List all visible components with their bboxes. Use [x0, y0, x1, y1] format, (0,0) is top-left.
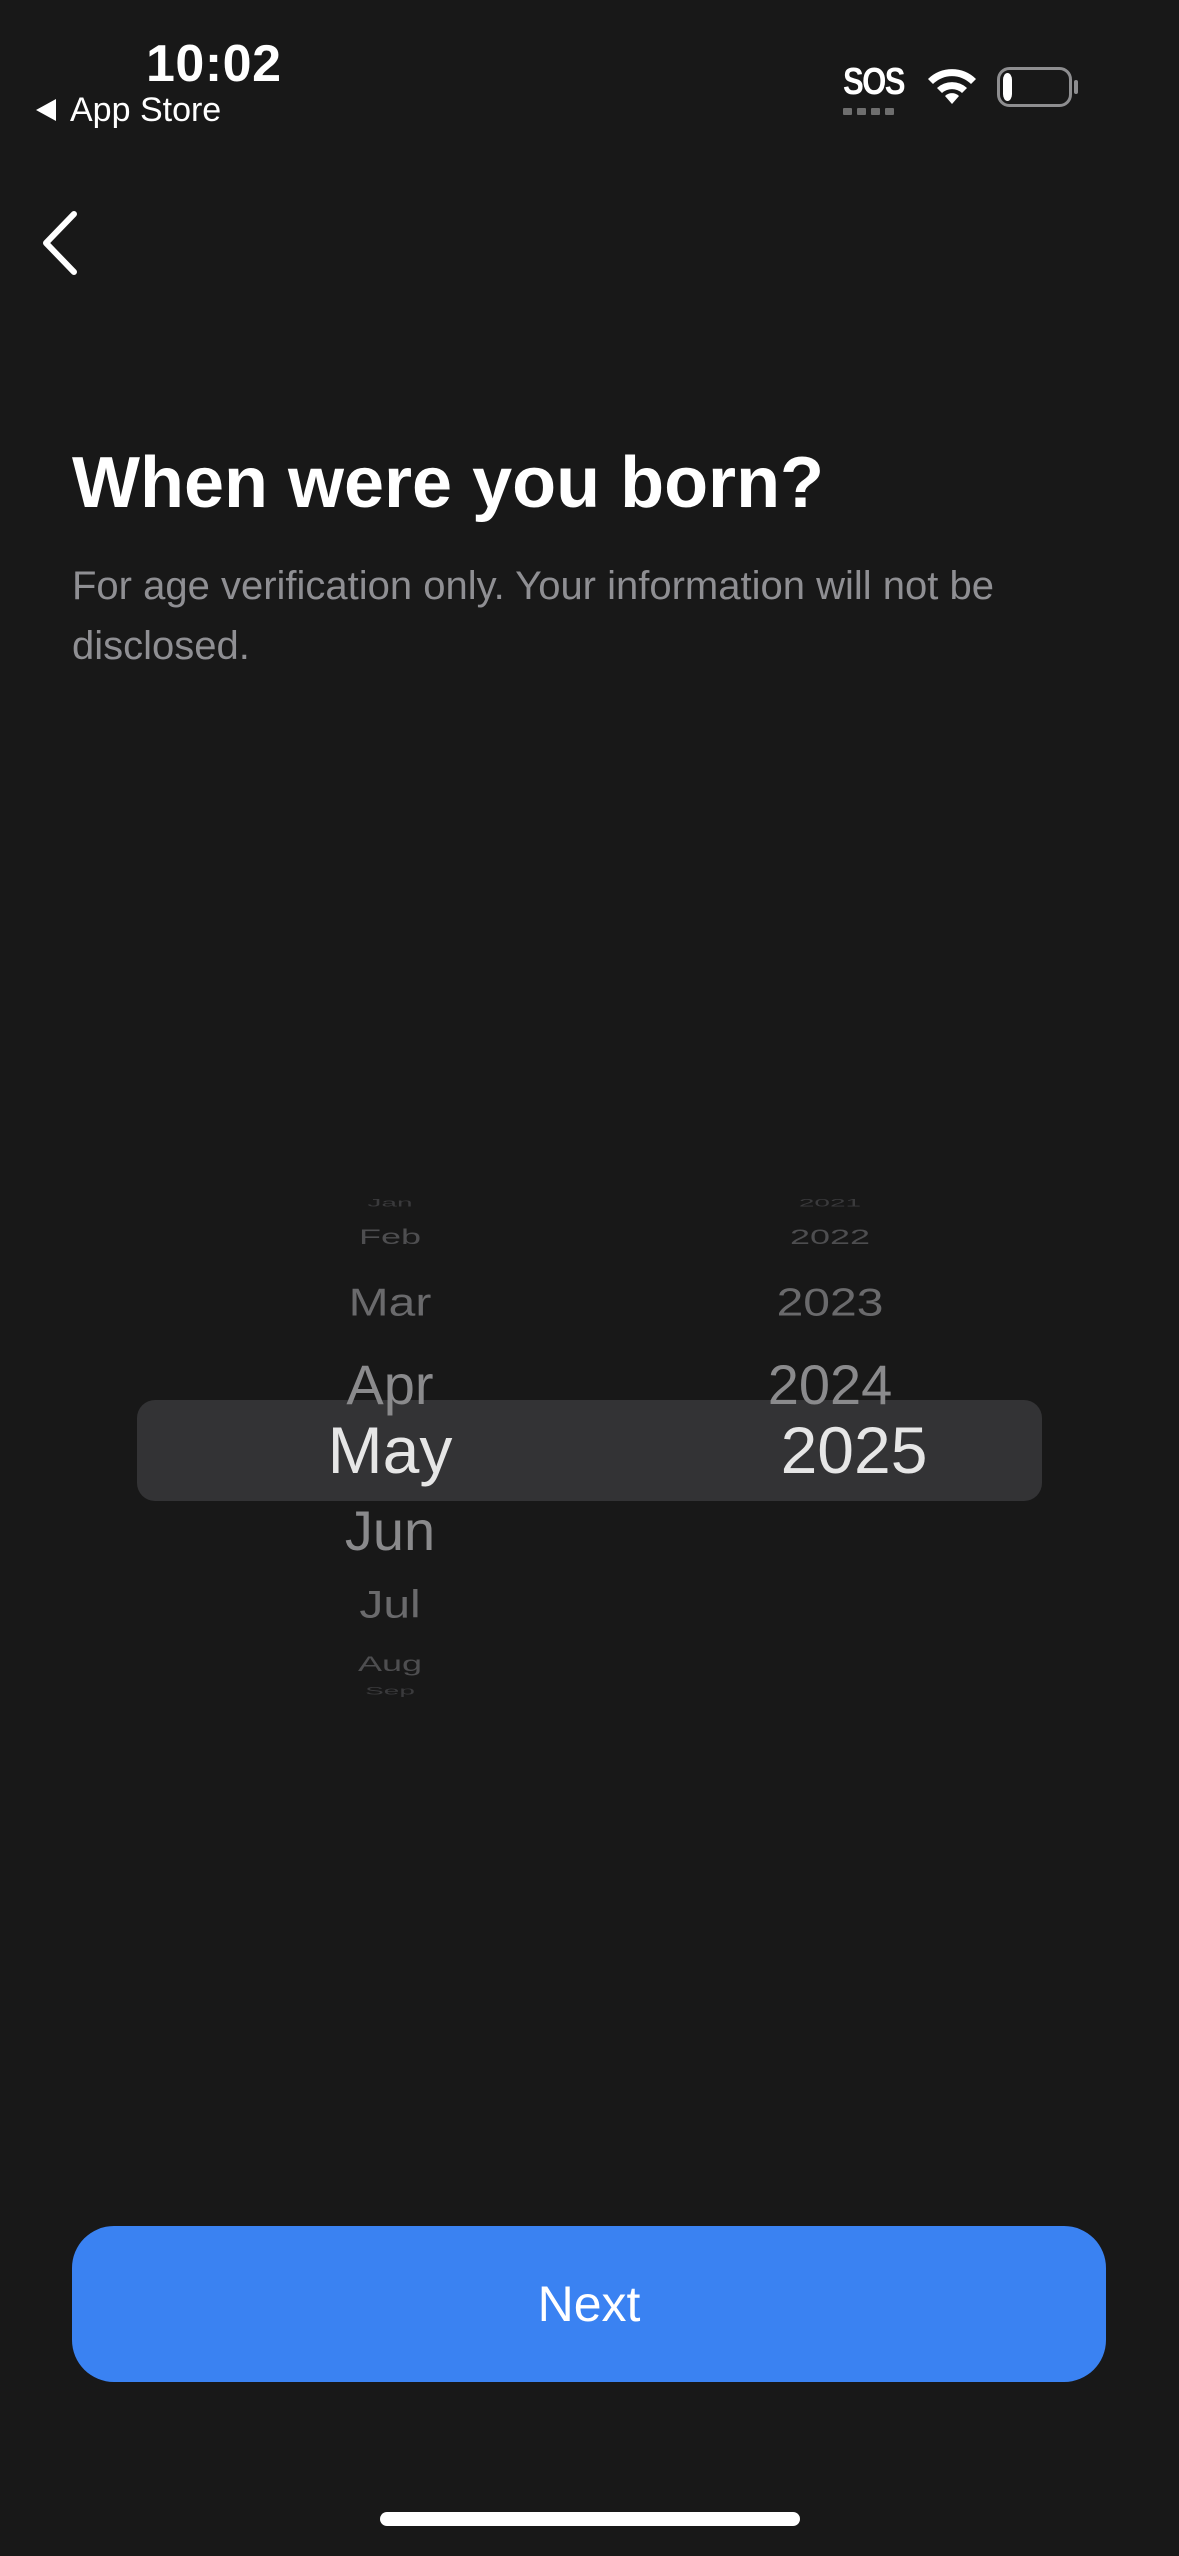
next-button[interactable]: Next: [72, 2226, 1106, 2382]
month-option-selected[interactable]: May: [250, 1410, 530, 1490]
back-app-label: App Store: [70, 90, 222, 129]
year-option[interactable]: 2021: [690, 1197, 970, 1209]
back-to-app-store-link[interactable]: App Store: [36, 90, 221, 130]
year-option-selected[interactable]: 2025: [714, 1410, 970, 1490]
year-option[interactable]: 2024: [690, 1353, 970, 1417]
month-option[interactable]: Sep: [250, 1685, 530, 1697]
month-option[interactable]: Feb: [250, 1225, 530, 1249]
month-option[interactable]: Mar: [250, 1280, 530, 1326]
month-option[interactable]: Apr: [250, 1353, 530, 1417]
page-title: When were you born?: [72, 443, 825, 523]
chevron-left-icon[interactable]: [36, 208, 92, 278]
year-option[interactable]: 2023: [690, 1280, 970, 1326]
year-option[interactable]: 2022: [690, 1225, 970, 1249]
month-option[interactable]: Jul: [250, 1582, 530, 1628]
sos-label: SOS: [843, 61, 906, 103]
status-time: 10:02: [146, 35, 282, 93]
month-option[interactable]: Jan: [250, 1197, 530, 1209]
month-option[interactable]: Jun: [250, 1499, 530, 1563]
home-indicator[interactable]: [380, 2512, 800, 2526]
page-subtitle: For age verification only. Your informat…: [72, 564, 994, 668]
back-triangle-icon: [36, 99, 56, 121]
wifi-icon: [928, 69, 976, 104]
battery-low-icon: [997, 67, 1078, 107]
sos-signal-icon: SOS: [843, 62, 907, 116]
month-option[interactable]: Aug: [250, 1652, 530, 1676]
year-picker-wheel[interactable]: 2021 2022 2023 2024 2025: [690, 1180, 970, 1720]
signal-dots: [843, 108, 907, 115]
month-picker-wheel[interactable]: Jan Feb Mar Apr May Jun Jul Aug Sep: [250, 1180, 530, 1720]
